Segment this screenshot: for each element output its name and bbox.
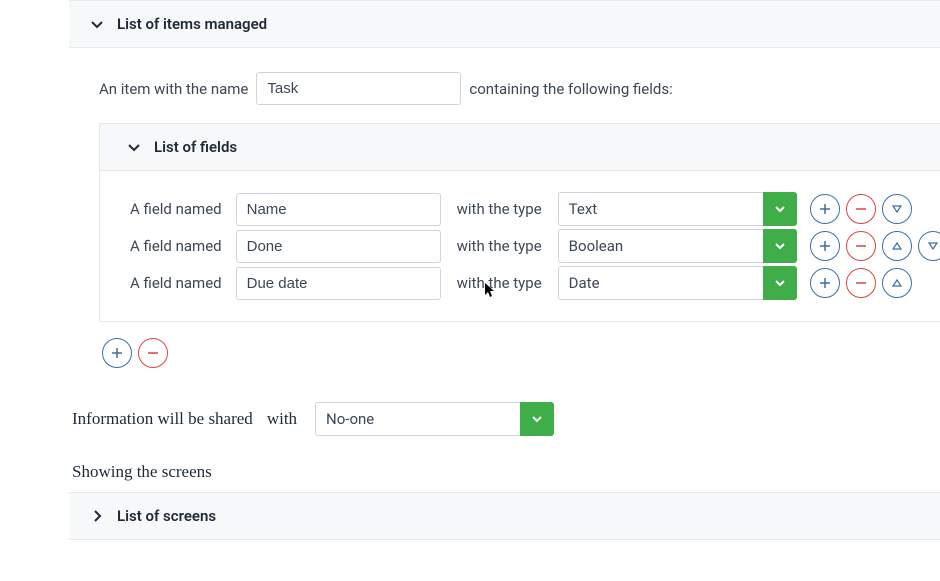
row-actions <box>807 194 915 224</box>
section-body-items: An item with the name containing the fol… <box>69 48 940 392</box>
fields-rows: A field named with the type Text <box>100 171 940 321</box>
move-up-icon[interactable] <box>882 231 912 261</box>
add-icon[interactable] <box>810 231 840 261</box>
dropdown-button[interactable] <box>520 402 554 436</box>
add-icon[interactable] <box>810 268 840 298</box>
remove-icon[interactable] <box>846 231 876 261</box>
item-name-input[interactable] <box>256 72 461 105</box>
move-up-icon[interactable] <box>882 268 912 298</box>
field-mid: with the type <box>457 237 542 255</box>
field-prefix: A field named <box>130 200 222 218</box>
item-head-row: An item with the name containing the fol… <box>99 72 940 105</box>
remove-icon[interactable] <box>846 194 876 224</box>
add-icon[interactable] <box>810 194 840 224</box>
section-title-screens: List of screens <box>117 507 216 525</box>
item-prefix: An item with the name <box>99 80 248 98</box>
chevron-right-icon <box>89 508 105 524</box>
dropdown-button[interactable] <box>763 266 797 300</box>
section-header-screens[interactable]: List of screens <box>69 492 940 540</box>
field-row: A field named with the type Boolean <box>130 229 940 263</box>
row-actions <box>807 231 928 261</box>
nested-section-fields: List of fields A field named with the ty… <box>99 123 940 322</box>
remove-item-icon[interactable] <box>138 338 168 368</box>
share-with: with <box>267 409 297 429</box>
field-type-value: Boolean <box>558 229 763 263</box>
row-actions <box>807 268 915 298</box>
dropdown-button[interactable] <box>763 229 797 263</box>
field-mid: with the type <box>457 200 542 218</box>
add-item-icon[interactable] <box>102 338 132 368</box>
field-name-input[interactable] <box>236 267 441 300</box>
field-row: A field named with the type Text <box>130 192 940 226</box>
field-type-select[interactable]: Text <box>558 192 797 226</box>
field-type-select[interactable]: Boolean <box>558 229 797 263</box>
field-name-input[interactable] <box>236 230 441 263</box>
remove-icon[interactable] <box>846 268 876 298</box>
section-title-items: List of items managed <box>117 15 267 33</box>
section-header-items[interactable]: List of items managed <box>69 0 940 48</box>
field-type-select[interactable]: Date <box>558 266 797 300</box>
move-down-icon[interactable] <box>918 231 940 261</box>
field-type-value: Date <box>558 266 763 300</box>
share-select[interactable]: No-one <box>315 402 554 436</box>
move-down-icon[interactable] <box>882 194 912 224</box>
section-header-fields[interactable]: List of fields <box>100 123 940 171</box>
screens-intro: Showing the screens <box>72 462 940 482</box>
field-prefix: A field named <box>130 274 222 292</box>
dropdown-button[interactable] <box>763 192 797 226</box>
chevron-down-icon <box>126 139 142 155</box>
item-level-actions <box>99 338 940 368</box>
field-prefix: A field named <box>130 237 222 255</box>
field-type-value: Text <box>558 192 763 226</box>
share-row: Information will be shared with No-one <box>72 392 940 450</box>
field-row: A field named with the type Date <box>130 266 940 300</box>
share-prefix: Information will be shared <box>72 409 253 429</box>
item-suffix: containing the following fields: <box>469 80 672 98</box>
field-name-input[interactable] <box>236 193 441 226</box>
share-value: No-one <box>315 402 520 436</box>
section-title-fields: List of fields <box>154 138 237 156</box>
chevron-down-icon <box>89 16 105 32</box>
field-mid: with the type <box>457 274 542 292</box>
